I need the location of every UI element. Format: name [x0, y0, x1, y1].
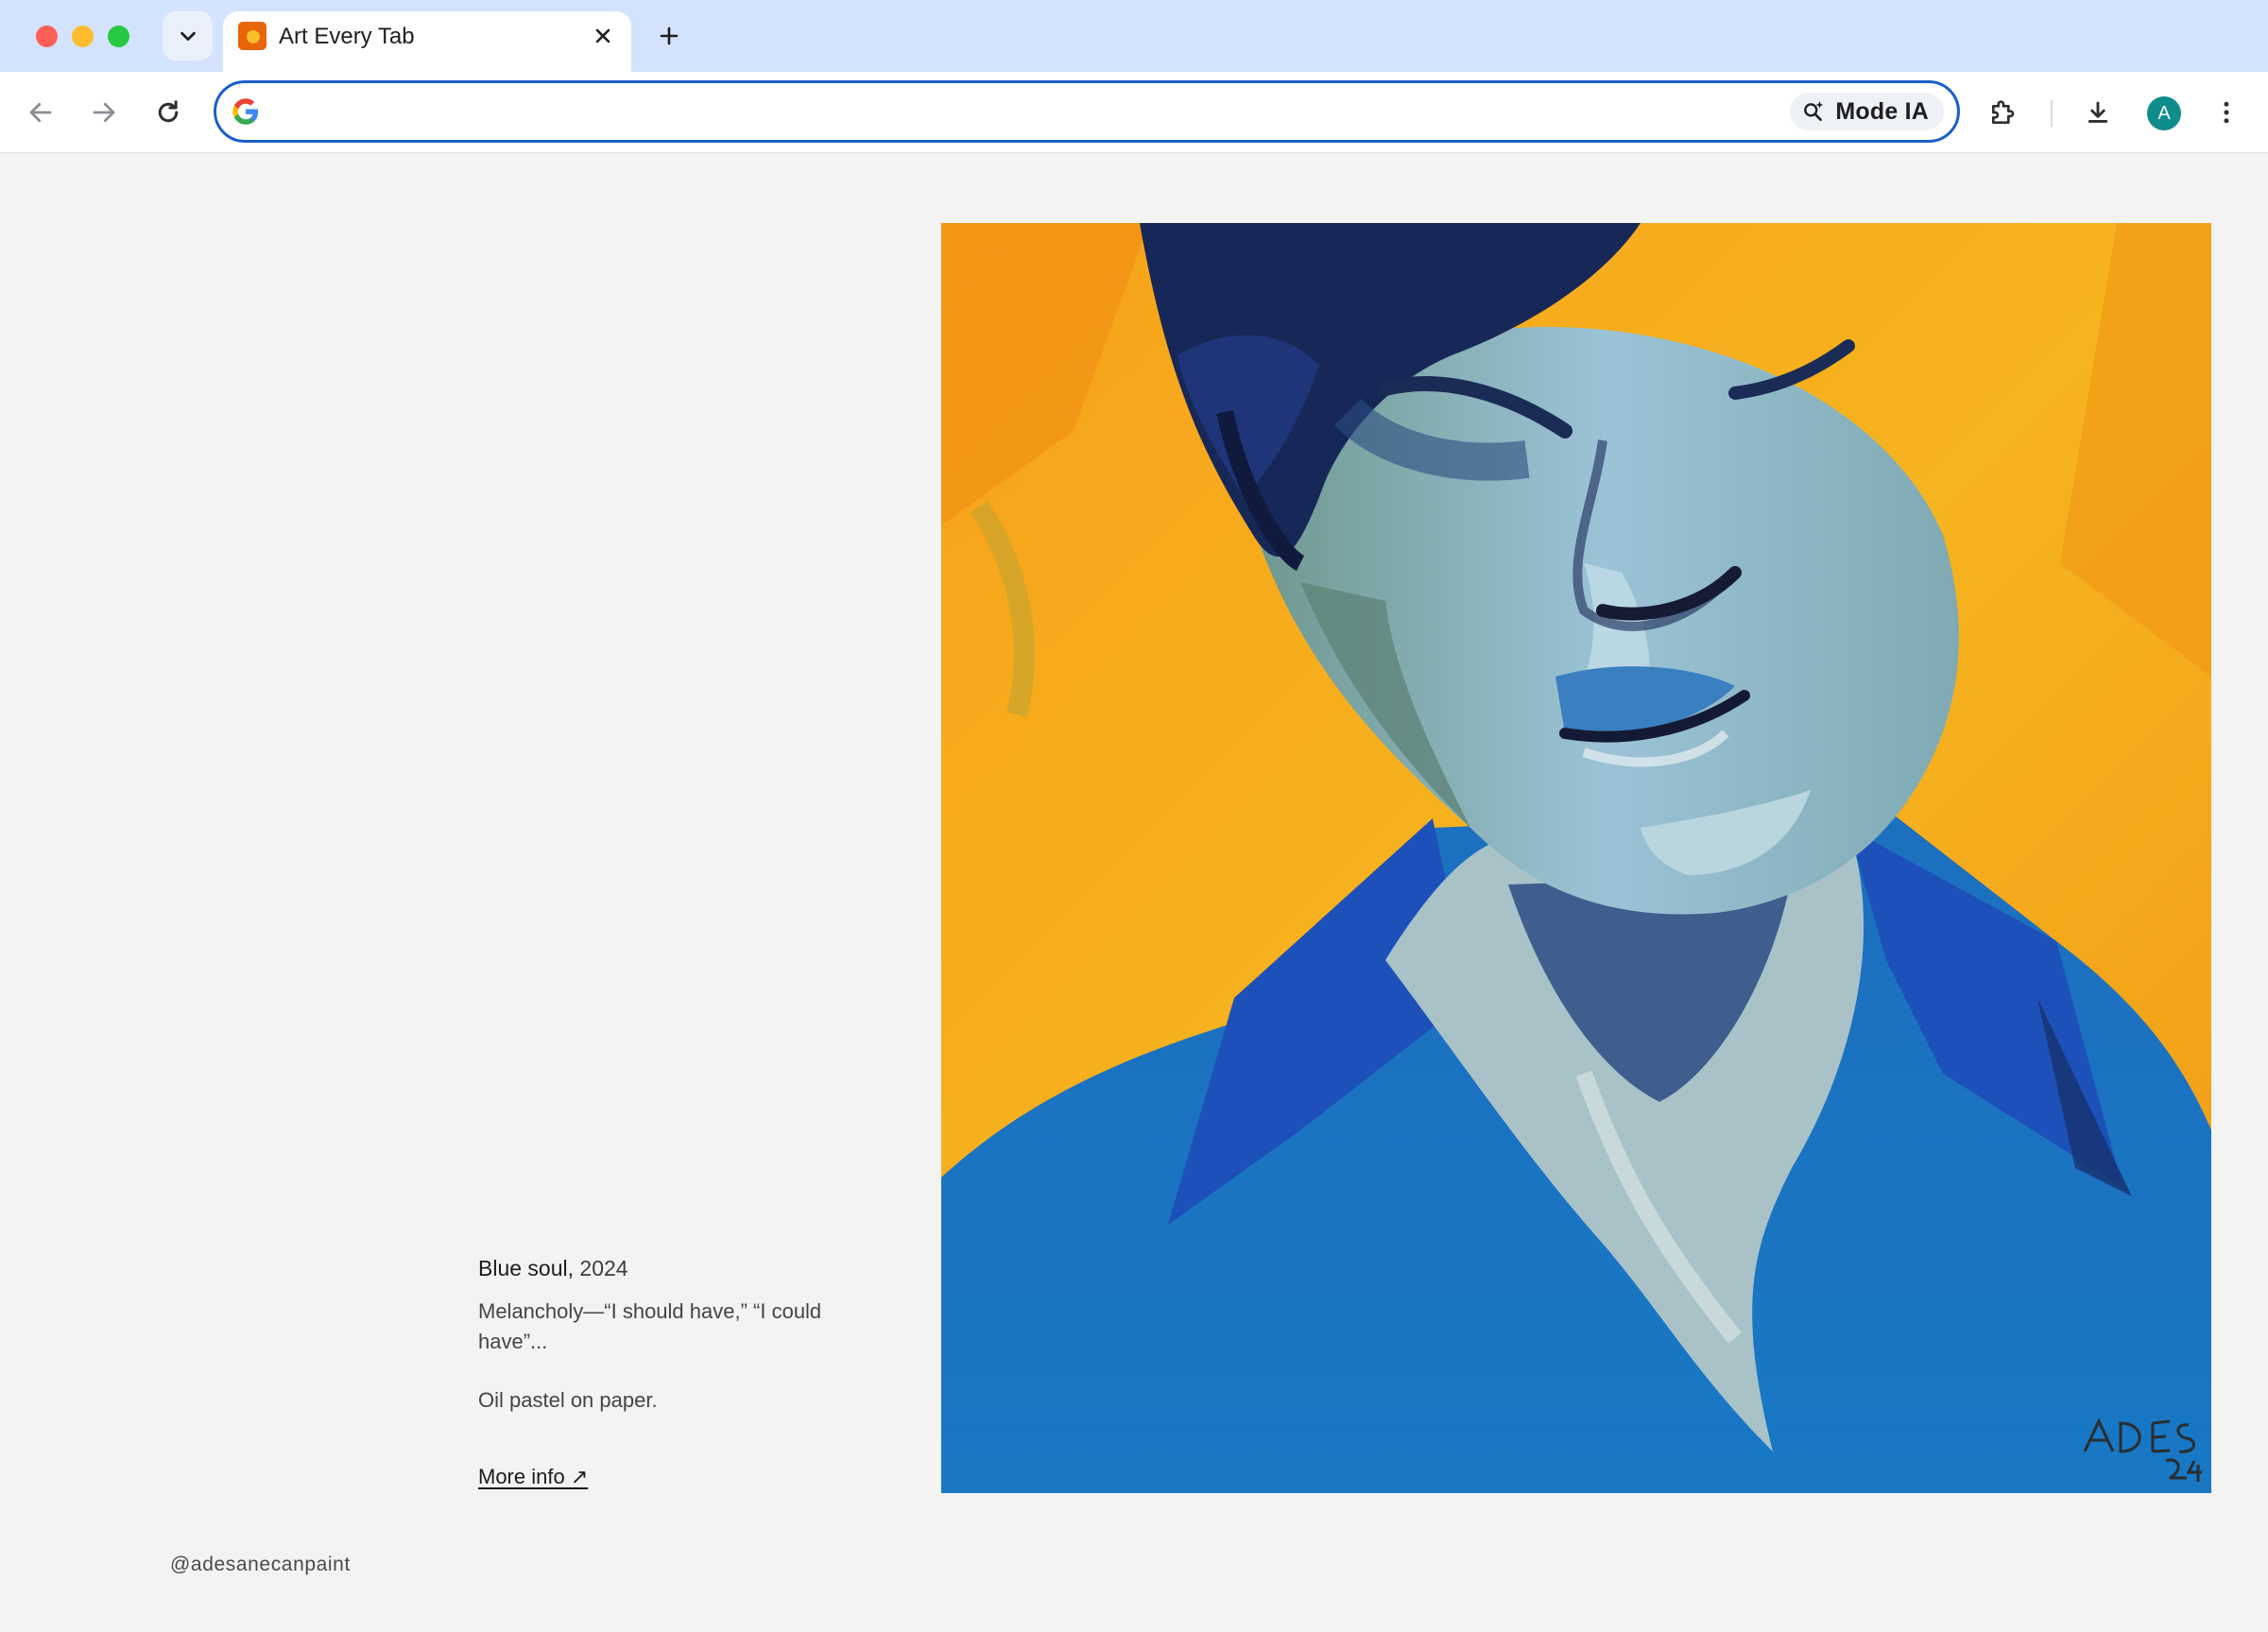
puzzle-icon — [1992, 100, 2015, 124]
tab-close-button[interactable] — [588, 21, 618, 51]
reload-icon — [158, 100, 179, 123]
orange-favicon-icon — [238, 22, 266, 50]
artwork-image — [941, 223, 2211, 1493]
close-window-button[interactable] — [36, 26, 58, 47]
profile-avatar[interactable]: A — [2147, 96, 2181, 130]
address-bar[interactable]: Mode IA — [214, 80, 1960, 143]
artwork-medium: Oil pastel on paper. — [478, 1388, 658, 1412]
plus-icon — [660, 26, 679, 45]
tab-search-button[interactable] — [163, 11, 213, 60]
reload-button[interactable] — [148, 93, 188, 132]
back-button[interactable] — [21, 93, 60, 132]
tab-title: Art Every Tab — [279, 24, 415, 49]
download-icon — [2088, 101, 2108, 123]
omnibox-input[interactable] — [279, 91, 1413, 132]
toolbar-divider — [2051, 100, 2053, 127]
active-tab[interactable]: Art Every Tab — [223, 11, 631, 72]
sparkle-search-icon — [1804, 101, 1824, 121]
maximize-window-button[interactable] — [108, 26, 129, 47]
chevron-down-icon — [180, 31, 196, 42]
arrow-left-icon — [29, 102, 52, 123]
ai-mode-button[interactable]: Mode IA — [1790, 93, 1944, 130]
browser-menu-button[interactable] — [2206, 92, 2247, 133]
artwork-year: 2024 — [579, 1256, 628, 1280]
more-info-link[interactable]: More info ↗ — [478, 1463, 588, 1491]
artwork-title: Blue soul, — [478, 1256, 575, 1280]
kebab-menu-icon — [2224, 101, 2229, 124]
minimize-window-button[interactable] — [72, 26, 94, 47]
browser-toolbar: Mode IA A — [0, 72, 2268, 153]
artwork-title-line: Blue soul, 2024 — [478, 1253, 885, 1283]
artwork-info: Blue soul, 2024 Melancholy—“I should hav… — [478, 1253, 885, 1491]
artwork-description: Melancholy—“I should have,” “I could hav… — [478, 1299, 822, 1353]
extensions-button[interactable] — [1983, 92, 2024, 133]
forward-button[interactable] — [84, 93, 124, 132]
downloads-button[interactable] — [2077, 92, 2119, 133]
arrow-right-icon — [93, 102, 115, 123]
ai-mode-label: Mode IA — [1835, 97, 1929, 125]
painting-portrait — [941, 223, 2211, 1493]
tab-strip: Art Every Tab — [0, 0, 2268, 72]
artist-credit[interactable]: @adesanecanpaint — [170, 1554, 351, 1576]
google-logo-icon — [232, 98, 259, 125]
close-icon — [595, 28, 610, 43]
new-tab-button[interactable] — [652, 19, 686, 53]
